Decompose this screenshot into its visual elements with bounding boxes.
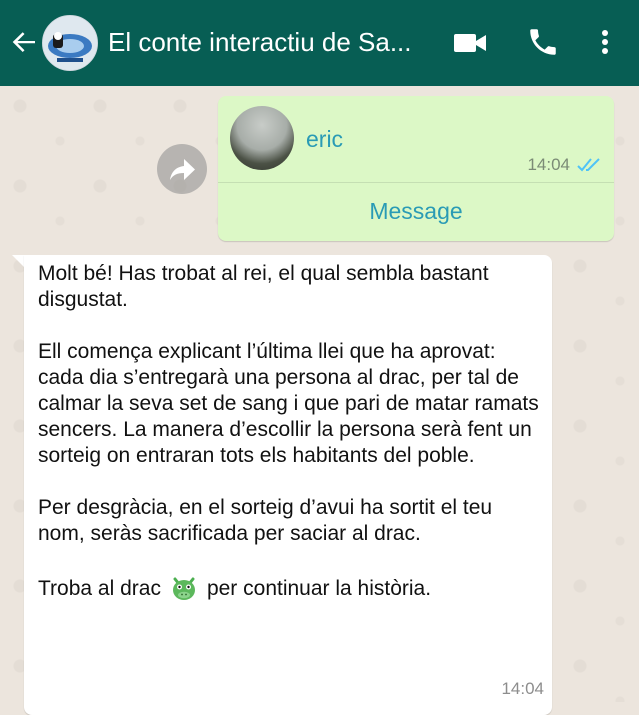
message-text-fragment: Troba al drac [38,577,161,600]
video-camera-icon[interactable] [452,30,488,56]
dragon-face-icon [172,577,195,600]
message-text-fragment: per continuar la història. [206,577,432,600]
message-paragraph: Per desgràcia, en el sorteig d’avui ha s… [38,496,493,545]
message-paragraph: Ell comença explicant l’última llei que … [38,340,539,467]
contact-card-message[interactable]: eric 14:04 Message [218,96,614,241]
forward-button[interactable] [157,144,207,194]
message-contact-button[interactable]: Message [218,183,614,241]
group-avatar[interactable] [42,15,98,71]
contact-avatar[interactable] [230,106,294,170]
message-timestamp: 14:04 [527,155,570,174]
chat-title[interactable]: El conte interactiu de Sa... [108,27,438,58]
double-check-icon [577,158,600,172]
incoming-message[interactable]: Molt bé! Has trobat al rei, el qual semb… [24,255,552,715]
chat-header: El conte interactiu de Sa... [0,0,639,86]
message-paragraph: Troba al drac per continuar la història. [38,573,544,603]
message-text: Molt bé! Has trobat al rei, el qual semb… [38,261,544,603]
more-vertical-icon[interactable] [593,26,617,58]
message-timestamp: 14:04 [501,679,544,698]
contact-name[interactable]: eric [306,126,343,153]
message-paragraph: Molt bé! Has trobat al rei, el qual semb… [38,262,489,311]
forward-icon [170,159,195,180]
arrow-left-icon[interactable] [8,26,40,58]
group-avatar-image [43,16,97,70]
phone-icon[interactable] [526,25,560,59]
